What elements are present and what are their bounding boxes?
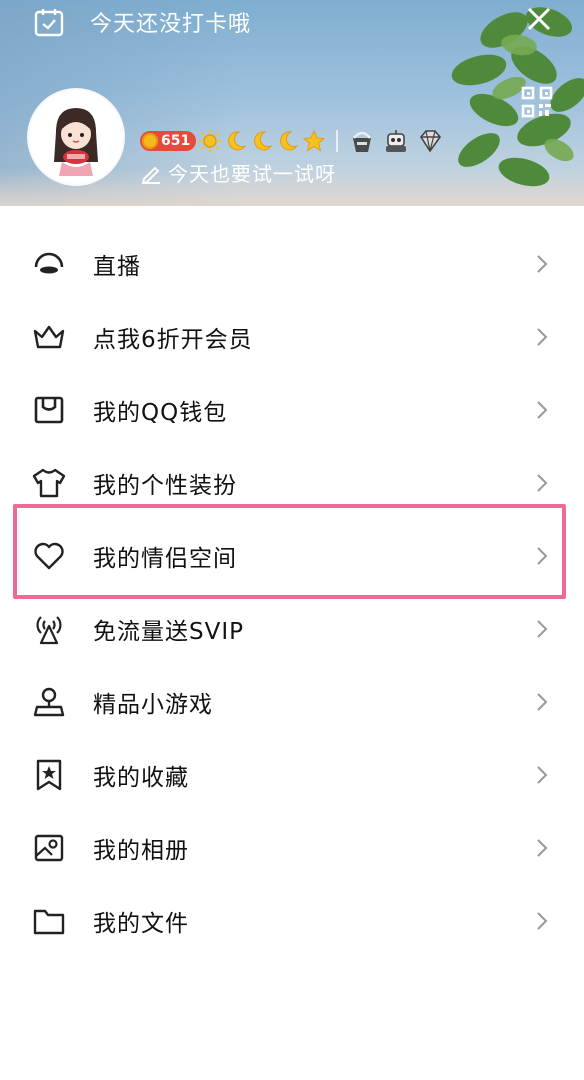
chevron-right-icon — [537, 766, 548, 784]
close-icon[interactable] — [524, 4, 554, 34]
menu-label: 免流量送SVIP — [93, 619, 244, 645]
pencil-icon — [141, 166, 160, 184]
chevron-right-icon — [537, 328, 548, 346]
checkin-text[interactable]: 今天还没打卡哦 — [90, 6, 251, 38]
qr-code-icon[interactable] — [521, 86, 553, 118]
bucket-privilege-icon — [353, 131, 372, 152]
chevron-right-icon — [537, 620, 548, 638]
diamond-privilege-icon — [420, 130, 442, 153]
level-badge: 651 — [140, 131, 197, 151]
tshirt-icon — [32, 468, 66, 498]
wallet-icon — [34, 396, 64, 424]
level-number: 651 — [161, 133, 191, 149]
avatar-girl-icon — [29, 90, 123, 184]
sun-level-icon — [199, 130, 222, 152]
photo-album-icon — [34, 834, 64, 862]
chevron-right-icon — [537, 912, 548, 930]
highlight-box — [13, 504, 566, 599]
chevron-right-icon — [537, 839, 548, 857]
crown-icon — [33, 325, 65, 349]
profile-header: 今天还没打卡哦 651 今天也要试一试呀 — [0, 0, 584, 206]
plant-decoration-icon — [451, 7, 584, 187]
coin-icon — [142, 133, 158, 149]
chevron-right-icon — [537, 693, 548, 711]
menu-item-free-data[interactable]: 免流量送SVIP — [0, 592, 584, 665]
live-icon — [34, 252, 64, 274]
menu-item-favorites[interactable]: 我的收藏 — [0, 738, 584, 811]
moon-level-icon — [228, 131, 247, 151]
menu-label: 我的文件 — [93, 911, 189, 937]
menu-item-album[interactable]: 我的相册 — [0, 811, 584, 884]
menu-item-live[interactable]: 直播 — [0, 227, 584, 300]
menu-item-wallet[interactable]: 我的QQ钱包 — [0, 373, 584, 446]
menu-item-files[interactable]: 我的文件 — [0, 884, 584, 957]
divider — [336, 130, 339, 152]
menu-label: 点我6折开会员 — [93, 327, 253, 353]
signature-text: 今天也要试一试呀 — [168, 162, 336, 186]
moon-level-icon — [254, 131, 273, 151]
game-pin-icon — [33, 687, 65, 717]
chevron-right-icon — [537, 401, 548, 419]
menu-label: 我的相册 — [93, 838, 189, 864]
bookmark-star-icon — [36, 759, 62, 791]
menu-label: 我的QQ钱包 — [93, 400, 228, 426]
menu-item-games[interactable]: 精品小游戏 — [0, 665, 584, 738]
menu-item-vip[interactable]: 点我6折开会员 — [0, 300, 584, 373]
menu-label: 我的收藏 — [93, 765, 189, 791]
level-badges[interactable]: 651 — [140, 128, 448, 154]
moon-level-icon — [280, 131, 299, 151]
robot-privilege-icon — [386, 130, 407, 152]
star-level-icon — [302, 129, 326, 152]
menu-label: 精品小游戏 — [93, 692, 213, 718]
menu-label: 我的个性装扮 — [93, 473, 237, 499]
menu-label: 直播 — [93, 254, 141, 280]
chevron-right-icon — [537, 474, 548, 492]
avatar[interactable] — [29, 90, 123, 184]
calendar-check-icon[interactable] — [33, 7, 65, 37]
chevron-right-icon — [537, 255, 548, 273]
folder-icon — [33, 909, 65, 935]
signature-row[interactable]: 今天也要试一试呀 — [140, 158, 336, 187]
signal-tower-icon — [36, 616, 62, 645]
